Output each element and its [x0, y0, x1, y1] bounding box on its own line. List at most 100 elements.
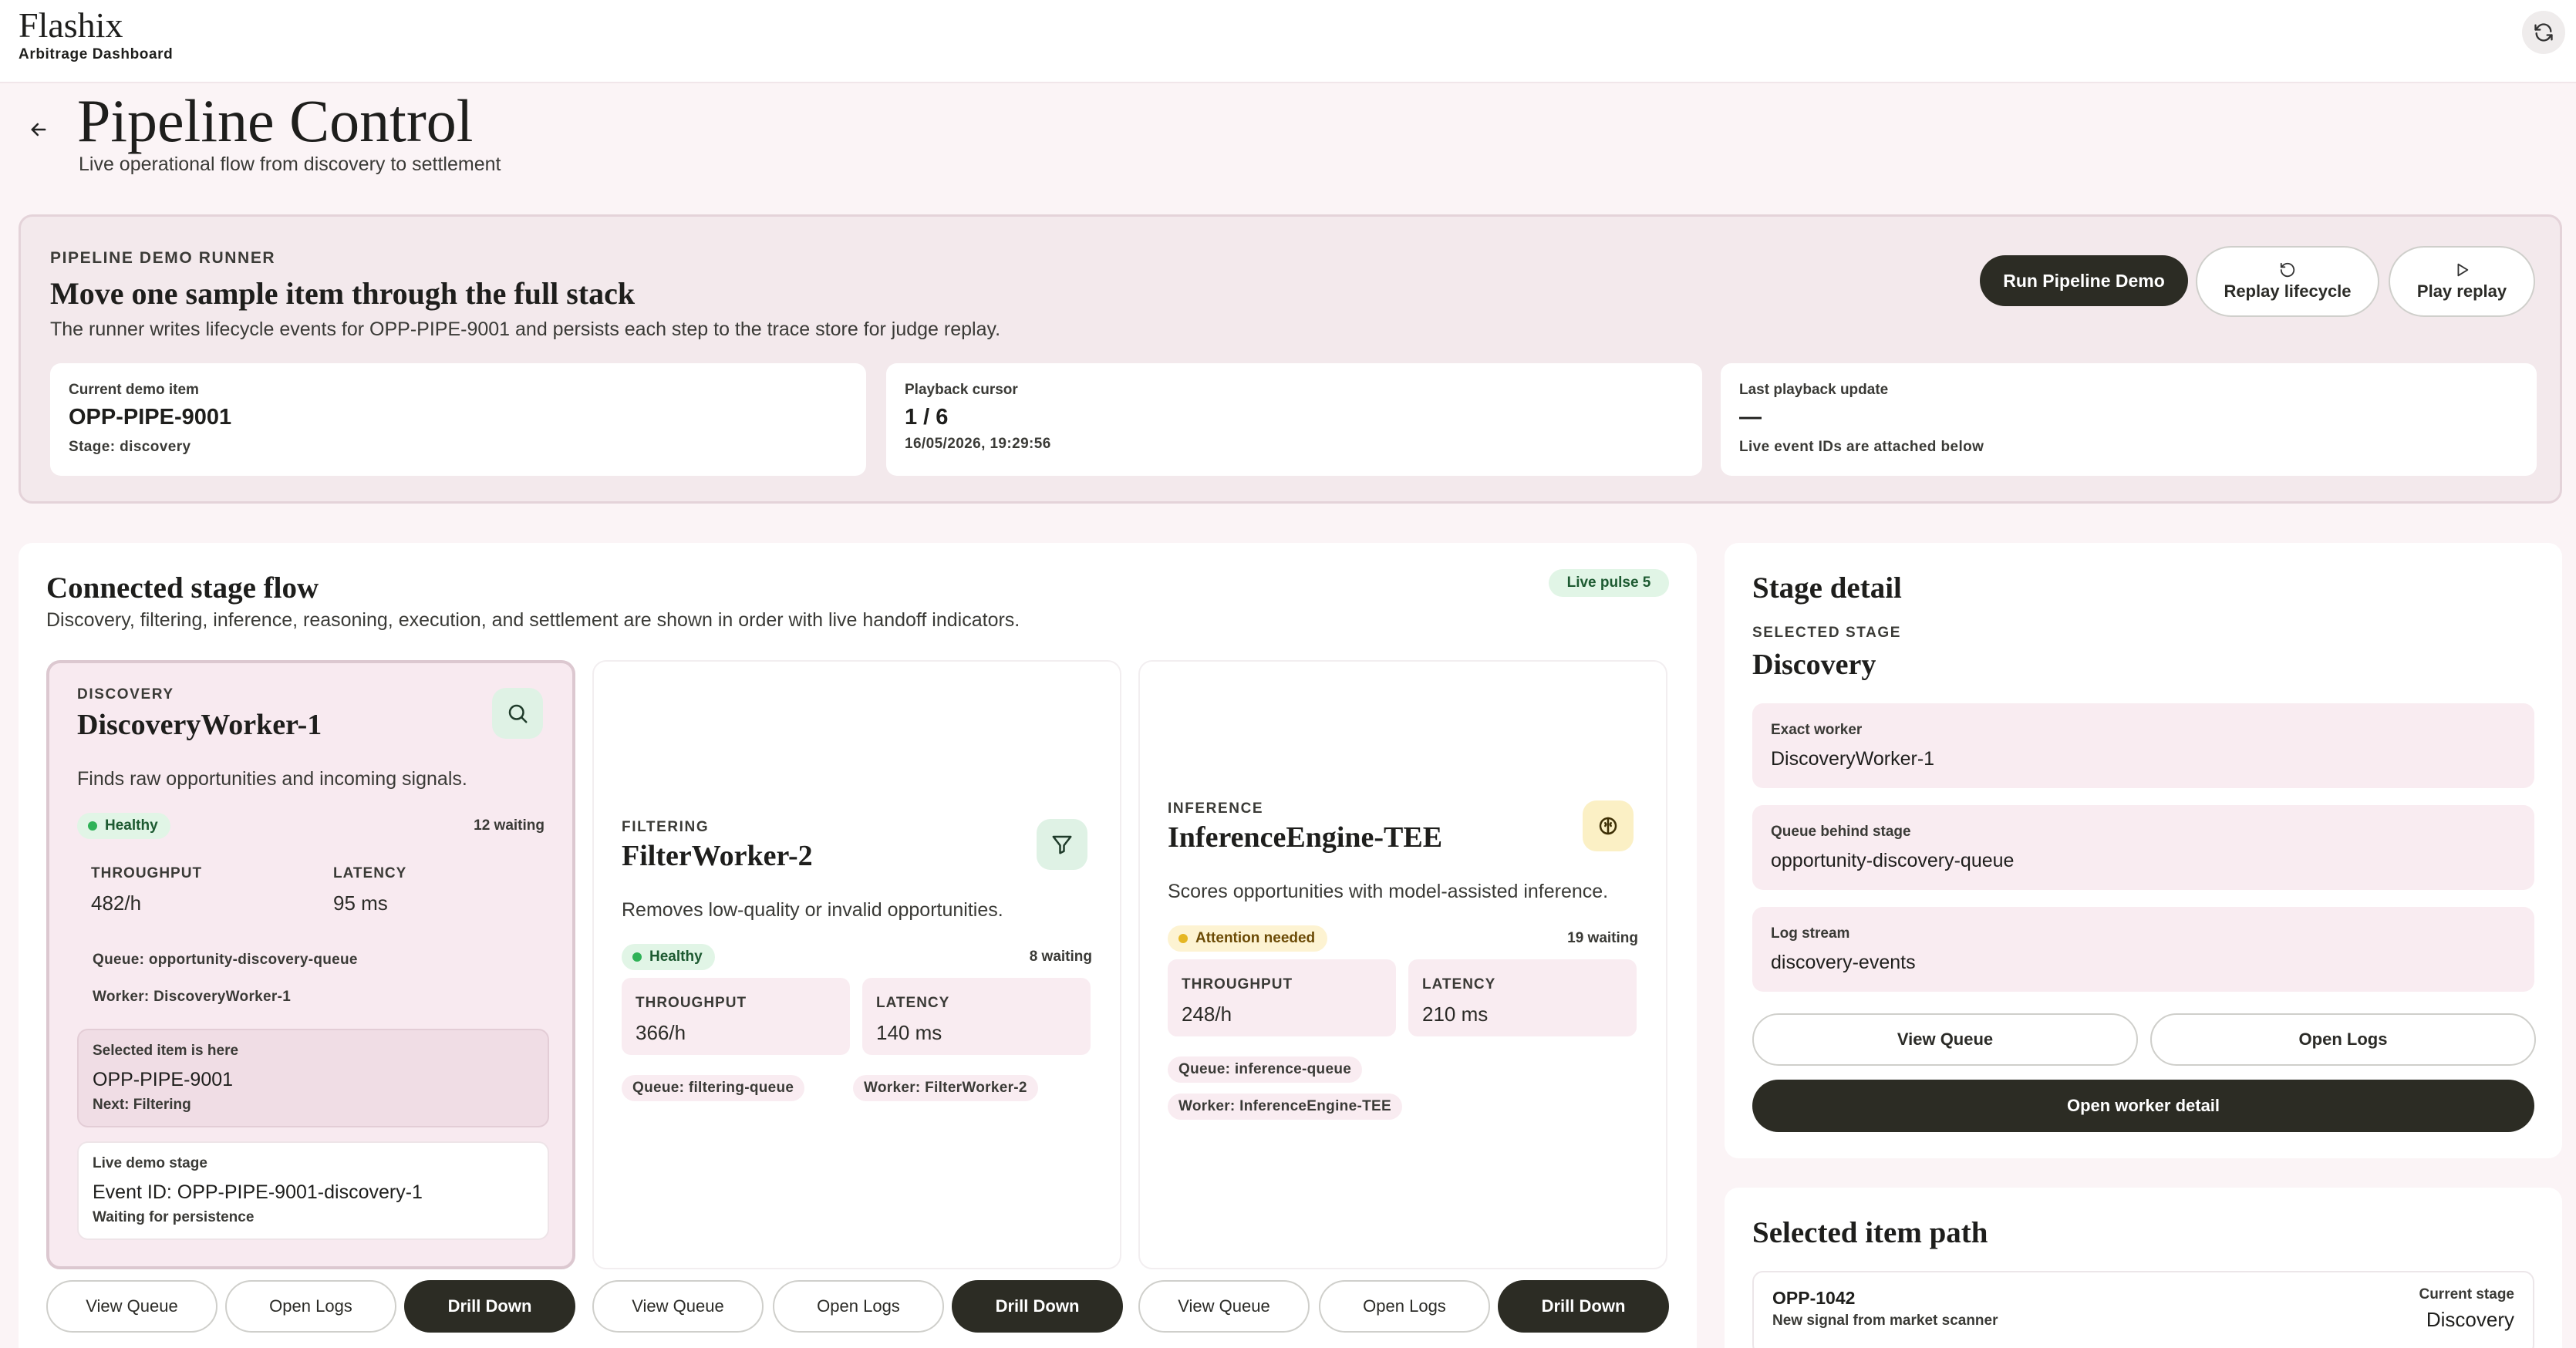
detail-view-queue-button[interactable]: View Queue — [1752, 1013, 2138, 1066]
status-label: Healthy — [649, 949, 703, 965]
metric-value: 140 ms — [876, 1021, 942, 1044]
brain-icon — [1599, 817, 1617, 835]
row-value: opportunity-discovery-queue — [1771, 850, 2015, 871]
card-sub: 16/05/2026, 19:29:56 — [905, 436, 1051, 452]
row-value: DiscoveryWorker-1 — [1771, 748, 1935, 770]
brand-logo: Flashix — [19, 5, 123, 45]
last-playback-update-card: Last playback update — Live event IDs ar… — [1721, 363, 2537, 476]
queue-label: Queue: opportunity-discovery-queue — [93, 952, 358, 968]
filtering-drill-down-button[interactable]: Drill Down — [952, 1280, 1123, 1333]
worker-chip: Worker: FilterWorker-2 — [853, 1075, 1038, 1101]
stage-title: DiscoveryWorker-1 — [77, 709, 322, 741]
card-sub: Live event IDs are attached below — [1739, 439, 1984, 455]
current-demo-item-card: Current demo item OPP-PIPE-9001 Stage: d… — [50, 363, 866, 476]
queue-chip: Queue: inference-queue — [1168, 1056, 1363, 1083]
detail-title: Stage detail — [1752, 571, 1902, 605]
selected-item-next: Next: Filtering — [93, 1097, 191, 1113]
selected-item-path-panel: Selected item path OPP-1042 New signal f… — [1725, 1188, 2562, 1348]
flow-description: Discovery, filtering, inference, reasoni… — [46, 609, 1020, 631]
stage-detail-panel: Stage detail SELECTED STAGE Discovery Ex… — [1725, 543, 2562, 1158]
log-stream-row: Log stream discovery-events — [1752, 907, 2534, 992]
metric-value: 482/h — [91, 891, 142, 915]
live-demo-stage-box: Live demo stage Event ID: OPP-PIPE-9001-… — [77, 1141, 549, 1240]
metric-value: 210 ms — [1422, 1003, 1489, 1026]
selected-item-value: OPP-PIPE-9001 — [93, 1069, 234, 1090]
waiting-count: 19 waiting — [1567, 930, 1638, 946]
detail-open-logs-button[interactable]: Open Logs — [2150, 1013, 2536, 1066]
stage-description: Scores opportunities with model-assisted… — [1168, 881, 1609, 902]
play-replay-button[interactable]: Play replay — [2389, 246, 2535, 317]
status-badge: Healthy — [77, 813, 170, 839]
refresh-icon — [2534, 23, 2553, 42]
replay-lifecycle-button[interactable]: Replay lifecycle — [2196, 246, 2379, 317]
throughput-metric: THROUGHPUT 248/h — [1168, 959, 1396, 1036]
stage-icon-badge — [1583, 800, 1634, 851]
status-badge: Attention needed — [1168, 925, 1328, 952]
status-dot — [632, 952, 642, 962]
stage-card-discovery[interactable]: DISCOVERY DiscoveryWorker-1 Finds raw op… — [46, 660, 575, 1269]
metric-label: THROUGHPUT — [636, 995, 747, 1011]
metric-value: 248/h — [1182, 1003, 1232, 1026]
stage-card-filtering[interactable]: FILTERING FilterWorker-2 Removes low-qua… — [592, 660, 1121, 1269]
latency-metric: LATENCY 140 ms — [862, 978, 1091, 1055]
worker-label: Worker: DiscoveryWorker-1 — [93, 989, 292, 1005]
waiting-count: 8 waiting — [1029, 949, 1092, 965]
metric-label: THROUGHPUT — [91, 865, 203, 881]
replay-lifecycle-label: Replay lifecycle — [2224, 281, 2352, 301]
rotate-ccw-icon — [2280, 262, 2295, 278]
queue-behind-stage-row: Queue behind stage opportunity-discovery… — [1752, 805, 2534, 890]
stage-icon-badge — [1037, 819, 1087, 870]
card-sub: Stage: discovery — [69, 439, 191, 455]
refresh-button[interactable] — [2522, 11, 2565, 54]
inference-open-logs-button[interactable]: Open Logs — [1319, 1280, 1490, 1333]
throughput-metric: THROUGHPUT 482/h — [77, 848, 309, 925]
path-item-id: OPP-1042 — [1772, 1288, 1856, 1308]
discovery-drill-down-button[interactable]: Drill Down — [404, 1280, 575, 1333]
metric-label: THROUGHPUT — [1182, 976, 1293, 992]
live-event-id: Event ID: OPP-PIPE-9001-discovery-1 — [93, 1181, 423, 1203]
page-title: Pipeline Control — [77, 87, 474, 154]
metric-label: LATENCY — [1422, 976, 1496, 992]
status-badge: Healthy — [622, 944, 715, 970]
discovery-view-queue-button[interactable]: View Queue — [46, 1280, 217, 1333]
runner-description: The runner writes lifecycle events for O… — [50, 318, 1001, 340]
runner-eyebrow: PIPELINE DEMO RUNNER — [50, 249, 276, 267]
playback-cursor-card: Playback cursor 1 / 6 16/05/2026, 19:29:… — [886, 363, 1702, 476]
search-icon — [508, 704, 528, 723]
pipeline-demo-runner: PIPELINE DEMO RUNNER Move one sample ite… — [19, 214, 2562, 504]
stage-description: Finds raw opportunities and incoming sig… — [77, 768, 467, 790]
stage-icon-badge — [492, 688, 543, 739]
path-item-row[interactable]: OPP-1042 New signal from market scanner … — [1752, 1271, 2534, 1348]
live-demo-label: Live demo stage — [93, 1155, 207, 1171]
open-worker-detail-button[interactable]: Open worker detail — [1752, 1080, 2534, 1132]
worker-chip: Worker: InferenceEngine-TEE — [1168, 1094, 1402, 1120]
play-replay-label: Play replay — [2416, 281, 2507, 301]
row-label: Queue behind stage — [1771, 824, 1911, 840]
status-label: Attention needed — [1195, 930, 1316, 946]
metric-value: 366/h — [636, 1021, 686, 1044]
page-subtitle: Live operational flow from discovery to … — [79, 153, 501, 175]
brand-subtitle: Arbitrage Dashboard — [19, 46, 174, 62]
queue-chip: Queue: filtering-queue — [622, 1075, 805, 1101]
stage-title: InferenceEngine-TEE — [1168, 821, 1443, 854]
selected-stage-eyebrow: SELECTED STAGE — [1752, 625, 1902, 641]
stage-card-inference[interactable]: INFERENCE InferenceEngine-TEE Scores opp… — [1138, 660, 1667, 1269]
metric-label: LATENCY — [333, 865, 407, 881]
throughput-metric: THROUGHPUT 366/h — [622, 978, 850, 1055]
stage-title: FilterWorker-2 — [622, 840, 813, 872]
filtering-open-logs-button[interactable]: Open Logs — [773, 1280, 944, 1333]
arrow-left-icon — [31, 123, 46, 136]
stage-eyebrow: DISCOVERY — [77, 686, 174, 703]
inference-drill-down-button[interactable]: Drill Down — [1498, 1280, 1669, 1333]
run-pipeline-demo-button[interactable]: Run Pipeline Demo — [1980, 255, 2188, 306]
back-button[interactable] — [23, 114, 54, 145]
exact-worker-row: Exact worker DiscoveryWorker-1 — [1752, 703, 2534, 788]
discovery-open-logs-button[interactable]: Open Logs — [225, 1280, 396, 1333]
live-pulse-badge: Live pulse 5 — [1549, 569, 1669, 597]
selected-item-label: Selected item is here — [93, 1043, 239, 1059]
waiting-count: 12 waiting — [474, 817, 545, 834]
play-icon — [2457, 263, 2469, 277]
inference-view-queue-button[interactable]: View Queue — [1138, 1280, 1310, 1333]
top-bar: Flashix Arbitrage Dashboard — [0, 0, 2576, 83]
filtering-view-queue-button[interactable]: View Queue — [592, 1280, 764, 1333]
